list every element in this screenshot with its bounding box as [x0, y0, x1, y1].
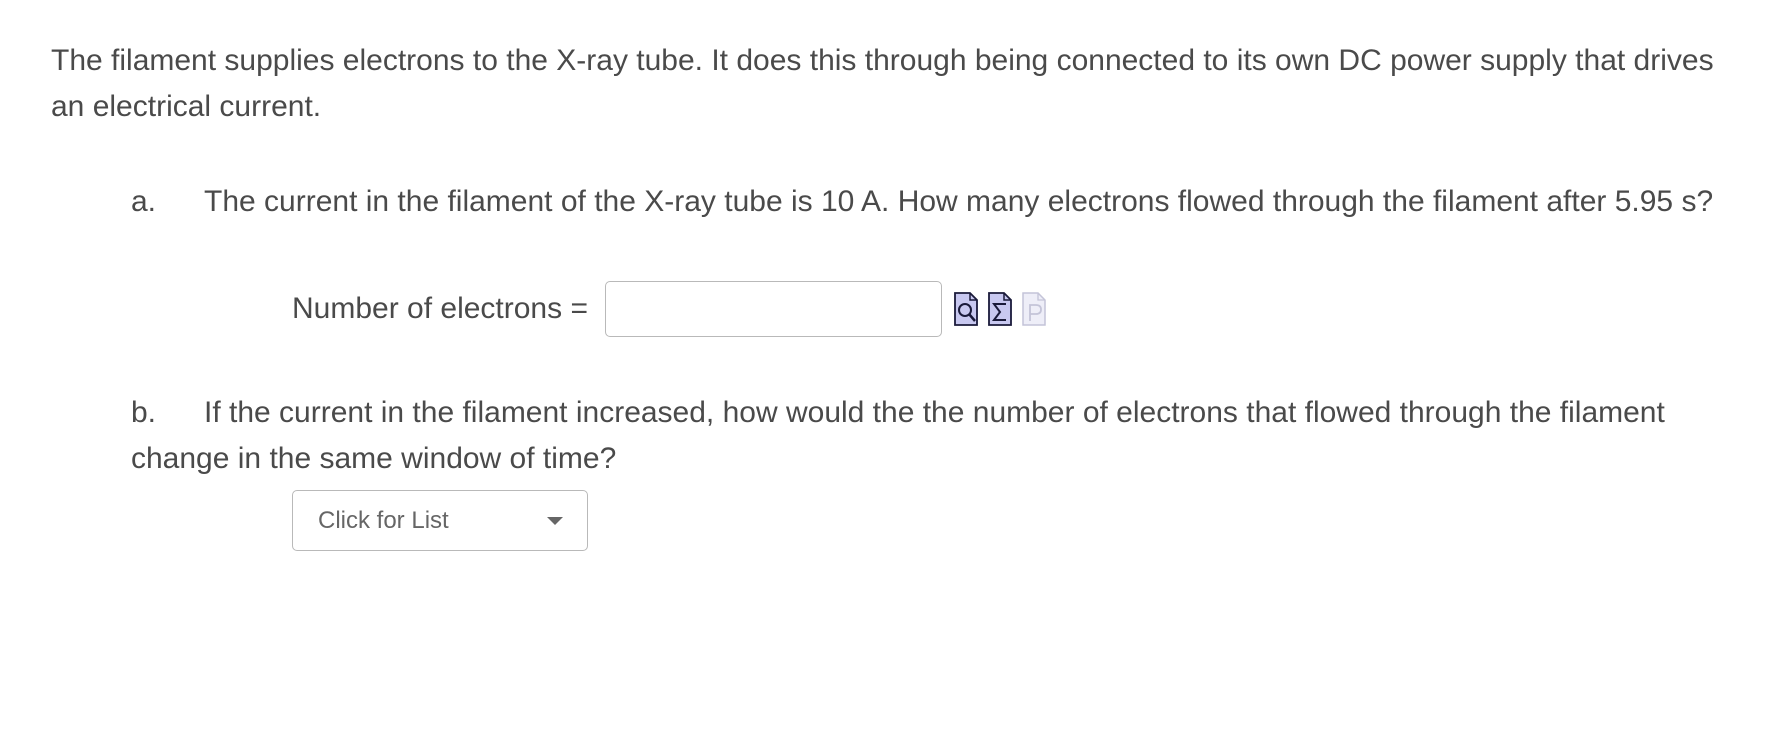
answer-dropdown[interactable]: Click for List: [292, 490, 588, 551]
electrons-answer-input[interactable]: [604, 281, 942, 337]
dropdown-value: Click for List: [318, 506, 449, 534]
answer-label: Number of electrons =: [292, 292, 588, 325]
intro-paragraph: The filament supplies electrons to the X…: [51, 44, 1714, 123]
question-a-marker: a.: [131, 185, 157, 218]
preview-icon[interactable]: [953, 291, 979, 327]
help-icon: [1022, 292, 1046, 326]
question-a: a. The current in the filament of the X-r…: [131, 179, 1731, 225]
equation-icon[interactable]: [987, 291, 1013, 327]
question-b-marker: b.: [131, 396, 157, 429]
question-a-text: The current in the filament of the X-ray…: [204, 185, 1714, 218]
answer-row: Number of electrons =: [292, 279, 1047, 339]
answer-tools: [953, 291, 1047, 327]
chevron-down-icon: [547, 517, 563, 525]
question-b-text: If the current in the filament increased…: [131, 396, 1665, 475]
question-b: b. If the current in the filament increas…: [131, 390, 1731, 482]
